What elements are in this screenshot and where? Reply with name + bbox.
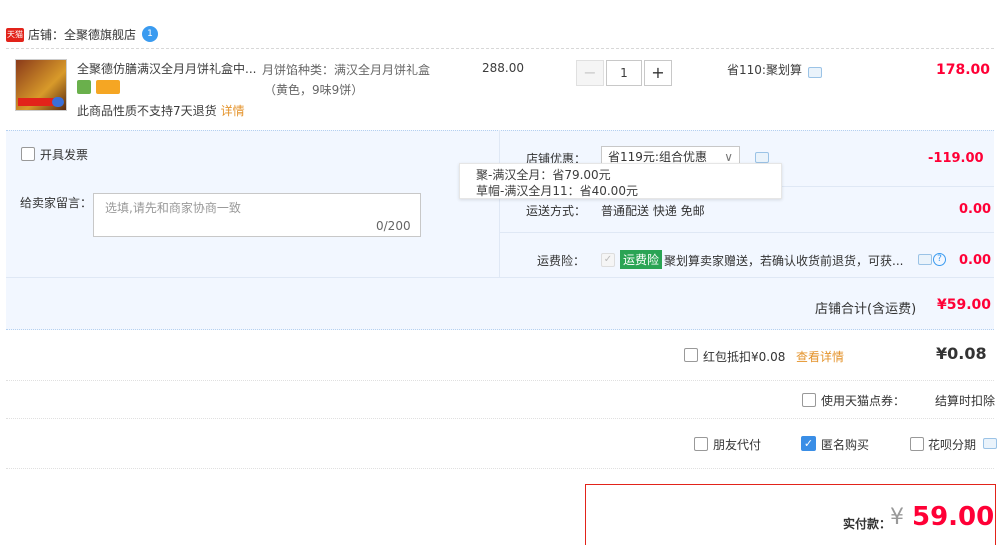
tmall-points-label[interactable]: 使用天猫点券： bbox=[821, 392, 905, 409]
sku-variant: （黄色，9味9饼） bbox=[264, 83, 364, 97]
message-placeholder: 选填,请先和商家协商一致 bbox=[105, 201, 241, 215]
tmall-points-checkbox[interactable] bbox=[802, 393, 816, 407]
shipping-label: 运送方式： bbox=[526, 204, 587, 218]
divider bbox=[6, 277, 994, 278]
unit-price: 288.00 bbox=[482, 61, 524, 75]
shop-name[interactable]: 店铺：全聚德旗舰店 bbox=[28, 26, 136, 43]
sku-attribute: 月饼馅种类：满汉全月月饼礼盒 bbox=[262, 63, 431, 77]
insurance-amount: 0.00 bbox=[959, 253, 992, 268]
shop-total-label: 店铺合计(含运费) bbox=[815, 302, 917, 317]
message-label: 给卖家留言： bbox=[20, 196, 93, 210]
shop-discount-selected: 省119元:组合优惠 bbox=[608, 150, 707, 164]
divider bbox=[499, 130, 500, 278]
shop-discount-amount: -119.00 bbox=[928, 151, 984, 166]
payment-currency: ¥ bbox=[890, 505, 904, 530]
insurance-checkbox: ✓ bbox=[601, 253, 615, 267]
huabei-label[interactable]: 花呗分期 bbox=[928, 436, 976, 453]
friend-pay-checkbox[interactable] bbox=[694, 437, 708, 451]
message-char-count: 0/200 bbox=[376, 219, 411, 233]
no-return-text: 此商品性质不支持7天退货 bbox=[77, 104, 217, 118]
insurance-info-icon[interactable] bbox=[918, 254, 932, 265]
thumbnail-ribbon bbox=[18, 98, 56, 106]
huabei-info-icon[interactable] bbox=[983, 438, 997, 449]
shipping-method: 普通配送 快递 免邮 bbox=[601, 204, 705, 218]
payment-label: 实付款： bbox=[843, 517, 892, 531]
friend-pay-label[interactable]: 朋友代付 bbox=[713, 436, 761, 453]
promotion-info-icon[interactable] bbox=[808, 67, 822, 78]
thumbnail-badge bbox=[52, 97, 64, 107]
invoice-label[interactable]: 开具发票 bbox=[40, 146, 88, 163]
tmall-points-value: 结算时扣除 bbox=[935, 394, 996, 408]
insurance-description: 聚划算卖家赠送，若确认收货前退货，可获... bbox=[664, 254, 904, 268]
tooltip-line: 聚-满汉全月：省79.00元 bbox=[476, 168, 611, 182]
divider bbox=[6, 468, 994, 469]
quantity-increase-button[interactable]: + bbox=[644, 60, 672, 86]
no-return-notice: 此商品性质不支持7天退货 详情 bbox=[77, 102, 245, 119]
invoice-checkbox[interactable] bbox=[21, 147, 35, 161]
anonymous-label[interactable]: 匿名购买 bbox=[821, 436, 869, 453]
divider bbox=[6, 48, 994, 49]
product-thumbnail[interactable] bbox=[15, 59, 67, 111]
guarantee-icon bbox=[77, 80, 91, 94]
anonymous-checkbox[interactable]: ✓ bbox=[801, 436, 816, 451]
red-packet-checkbox[interactable] bbox=[684, 348, 698, 362]
card-payment-icon bbox=[96, 80, 120, 94]
detail-link[interactable]: 详情 bbox=[221, 104, 245, 118]
red-packet-label[interactable]: 红包抵扣¥0.08 bbox=[703, 348, 785, 365]
quantity-input[interactable]: 1 bbox=[606, 60, 642, 86]
insurance-label: 运费险： bbox=[537, 254, 586, 268]
shop-total-value: ¥59.00 bbox=[937, 297, 992, 313]
help-icon[interactable]: ? bbox=[933, 253, 946, 266]
shipping-amount: 0.00 bbox=[959, 202, 992, 217]
divider bbox=[500, 232, 994, 233]
quantity-decrease-button[interactable]: − bbox=[576, 60, 604, 86]
product-name-link[interactable]: 全聚德仿膳满汉全月月饼礼盒中... bbox=[77, 60, 257, 77]
insurance-tag: 运费险 bbox=[620, 250, 663, 269]
payment-amount: 59.00 bbox=[912, 502, 995, 532]
wangwang-chat-icon[interactable]: 1 bbox=[142, 26, 158, 42]
discount-info-icon[interactable] bbox=[755, 152, 769, 163]
promotion-saving: 省110:聚划算 bbox=[727, 63, 802, 77]
red-packet-details-link[interactable]: 查看详情 bbox=[796, 348, 844, 365]
divider bbox=[6, 418, 994, 419]
huabei-checkbox[interactable] bbox=[910, 437, 924, 451]
tooltip-line: 草帽-满汉全月11：省40.00元 bbox=[476, 184, 638, 198]
tmall-badge-icon: 天猫 bbox=[6, 28, 24, 42]
divider bbox=[6, 380, 994, 381]
item-subtotal: 178.00 bbox=[936, 62, 991, 78]
red-packet-value: ¥0.08 bbox=[936, 344, 987, 363]
